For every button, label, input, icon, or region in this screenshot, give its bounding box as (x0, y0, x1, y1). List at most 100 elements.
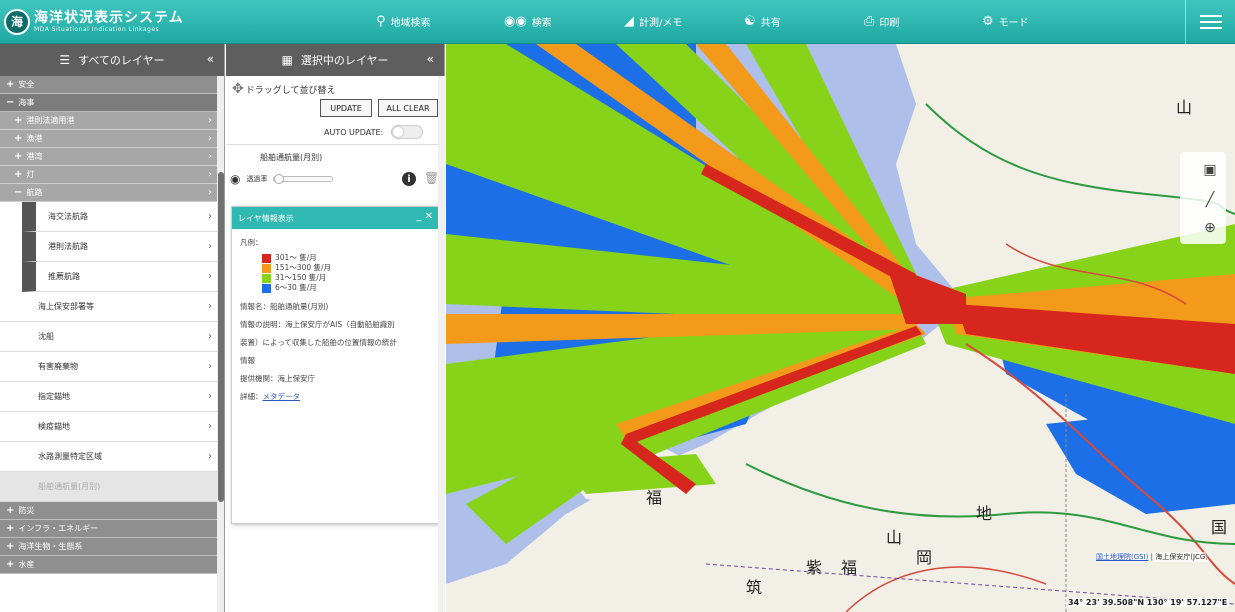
search-button[interactable]: ◉◉ 検索 (504, 14, 552, 29)
expand-icon: + (14, 115, 23, 126)
all-layers-header: ☰ すべてのレイヤー « (0, 44, 224, 76)
subgroup-port-law-ports[interactable]: + 港則法適用港 › (0, 112, 224, 130)
chevron-right-icon: › (208, 421, 212, 432)
all-layers-scrollbar[interactable] (217, 76, 224, 612)
selected-layers-header: ▦ 選択中のレイヤー « (226, 44, 444, 76)
measure-memo-button[interactable]: ◢ 計測/メモ (624, 14, 682, 29)
slider-knob[interactable] (274, 174, 285, 184)
map-attribution: 国土地理院(GSI) | 海上保安庁(JCG) (1096, 552, 1209, 562)
divider (226, 144, 444, 145)
scrollbar-thumb[interactable] (218, 172, 224, 502)
opacity-label: 透過率 (246, 175, 268, 183)
legend-item: 6～30 隻/月 (262, 283, 439, 293)
trash-icon[interactable]: 🗑 (424, 171, 439, 185)
metadata-link[interactable]: メタデータ (263, 392, 301, 401)
chevron-right-icon: › (208, 187, 212, 198)
map-canvas[interactable] (446, 44, 1235, 612)
map-label: 山 (1176, 98, 1193, 117)
expand-icon: + (14, 169, 23, 180)
category-disaster-prevention[interactable]: + 防災 (0, 502, 224, 520)
chevron-right-icon: › (208, 169, 212, 180)
subgroup-lights[interactable]: + 灯 › (0, 166, 224, 184)
map-label: 筑 (746, 578, 763, 597)
layer-item-survey-area[interactable]: 水路測量特定区域 › (0, 442, 224, 472)
draw-line-icon[interactable]: ╱ (1198, 188, 1222, 212)
layer-item-traffic-route[interactable]: 海交法航路 › (22, 202, 224, 232)
all-clear-button[interactable]: ALL CLEAR (378, 99, 438, 117)
auto-update-toggle[interactable] (391, 125, 424, 139)
opacity-slider[interactable] (273, 174, 334, 184)
info-name: 情報名：船舶通航量(月別) (240, 302, 329, 311)
map-view[interactable]: 山 山 岡 福 地 国 紫 筑 福 (446, 44, 1235, 612)
collapse-selected-layers-button[interactable]: « (427, 52, 434, 66)
share-button[interactable]: ☯ 共有 (744, 14, 781, 29)
print-button[interactable]: ⎙ 印刷 (864, 14, 899, 29)
layer-item-hazardous-waste[interactable]: 有害廃棄物 › (0, 352, 224, 382)
subgroup-fishing-ports[interactable]: + 漁港 › (0, 130, 224, 148)
category-infra-energy[interactable]: + インフラ・エネルギー (0, 520, 224, 538)
gsi-link[interactable]: 国土地理院(GSI) (1096, 553, 1148, 561)
collapse-all-layers-button[interactable]: « (207, 52, 214, 66)
map-label: 山 (886, 528, 903, 547)
hamburger-menu-button[interactable] (1185, 0, 1235, 44)
chevron-right-icon: › (208, 241, 212, 252)
all-layers-panel: ☰ すべてのレイヤー « + 安全 − 海事 + 港則法適用港 › + 漁港 ›… (0, 44, 225, 612)
selected-layers-scrollbar[interactable] (438, 76, 445, 612)
layer-item-quarantine-anchorage[interactable]: 検疫錨地 › (0, 412, 224, 442)
legend-swatch (262, 283, 271, 293)
category-fisheries[interactable]: + 水産 (0, 556, 224, 574)
collapse-icon: − (6, 97, 15, 108)
chevron-right-icon: › (208, 451, 212, 462)
subgroup-routes[interactable]: − 航路 › (0, 184, 224, 202)
cursor-coordinates: 34° 23' 39.508"N 130° 19' 57.127"E (1066, 598, 1230, 607)
eye-icon[interactable]: ◉ (230, 172, 240, 186)
selected-layer-name: 船舶通航量(月別) (260, 153, 323, 162)
layers-stack-icon: ▦ (281, 53, 293, 67)
info-icon[interactable]: i (402, 172, 416, 186)
binoculars-icon: ◉◉ (504, 14, 527, 29)
layer-item-recommended-route[interactable]: 推薦航路 › (22, 262, 224, 292)
layer-item-ship-traffic-monthly[interactable]: 船舶通航量(月別) (0, 472, 224, 502)
map-tool-group: ▣ ╱ ⊕ (1180, 152, 1226, 244)
expand-icon: + (6, 505, 15, 516)
info-description-2: 装置）によって収集した船舶の位置情報の統計 (240, 338, 397, 347)
info-description-1: 情報の説明：海上保安庁がAIS（自動船舶識別 (240, 320, 395, 329)
chevron-right-icon: › (208, 271, 212, 282)
layer-info-popup: レイヤ情報表示 _ ✕ 凡例： 301～ 隻/月 151～300 隻/月 31～… (231, 206, 440, 524)
layer-switch-icon[interactable]: ▣ (1198, 158, 1222, 182)
map-label: 国 (1211, 518, 1228, 537)
mode-button[interactable]: ⚙ モード (982, 14, 1029, 29)
area-search-button[interactable]: ⚲ 地域検索 (376, 14, 431, 29)
chevron-right-icon: › (208, 151, 212, 162)
category-maritime[interactable]: − 海事 (0, 94, 224, 112)
printer-icon: ⎙ (864, 14, 875, 29)
category-marine-life[interactable]: + 海洋生物・生態系 (0, 538, 224, 556)
app-title: 海洋状況表示システム (34, 10, 184, 26)
layers-icon: ☰ (59, 53, 71, 67)
layer-item-sunken-ships[interactable]: 沈船 › (0, 322, 224, 352)
expand-icon: + (6, 523, 15, 534)
layer-item-port-law-route[interactable]: 港則法航路 › (22, 232, 224, 262)
layer-info-title-bar: レイヤ情報表示 _ ✕ (232, 207, 439, 229)
map-label: 福 (841, 558, 858, 577)
subgroup-harbors[interactable]: + 港湾 › (0, 148, 224, 166)
layer-visibility-row: ◉ 透過率 (230, 172, 334, 186)
category-safety[interactable]: + 安全 (0, 76, 224, 94)
move-arrows-icon: ✥ (232, 81, 244, 97)
expand-icon: + (6, 79, 15, 90)
layer-item-coast-guard-offices[interactable]: 海上保安部署等 › (0, 292, 224, 322)
drag-hint: ✥ ドラッグして並び替え (232, 81, 336, 97)
map-label: 福 (646, 488, 663, 507)
chevron-right-icon: › (208, 391, 212, 402)
info-description-3: 情報 (240, 356, 255, 365)
brand[interactable]: 海 海洋状況表示システム MDA Situational Indication … (0, 8, 210, 35)
magnifier-icon: ⚲ (376, 14, 386, 29)
chevron-right-icon: › (208, 331, 212, 342)
locate-icon[interactable]: ⊕ (1198, 216, 1222, 240)
layer-item-designated-anchorage[interactable]: 指定錨地 › (0, 382, 224, 412)
chevron-right-icon: › (208, 133, 212, 144)
expand-icon: + (14, 151, 23, 162)
minimize-close-icon[interactable]: _ ✕ (416, 211, 433, 222)
map-label: 地 (976, 504, 993, 523)
update-button[interactable]: UPDATE (320, 99, 372, 117)
